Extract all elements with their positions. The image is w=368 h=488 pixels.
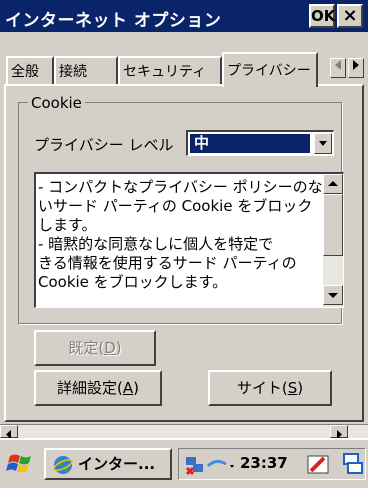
arrow-right-icon: [353, 60, 359, 70]
cookie-group-legend: Cookie: [28, 94, 85, 112]
sync-status-icon[interactable]: [206, 456, 236, 474]
description-scrollbar[interactable]: [323, 174, 343, 307]
description-line: いサード パーティの Cookie をブロック: [38, 197, 313, 215]
scroll-right-button[interactable]: [330, 425, 348, 439]
input-panel-icon[interactable]: [306, 452, 330, 476]
network-status-icon-graphic: [185, 457, 203, 476]
description-line: Cookie をブロックします。: [38, 273, 228, 291]
default-button-label: 既定: [68, 339, 99, 357]
tab-strip: 全般 接続 セキュリティ プライバシー: [0, 52, 368, 87]
taskbar-item-internet[interactable]: インター...: [44, 448, 172, 480]
sites-button[interactable]: サイト(S): [208, 370, 332, 406]
arrow-left-icon: [335, 60, 341, 70]
privacy-level-value: 中: [190, 134, 310, 153]
horizontal-scrollbar[interactable]: [0, 424, 368, 439]
windows-flag-icon: [6, 454, 31, 473]
tab-connection[interactable]: 接続: [54, 56, 118, 85]
sites-button-label: サイト: [236, 379, 282, 397]
privacy-level-select[interactable]: 中: [186, 130, 334, 156]
taskbar-item-label: インター...: [78, 455, 156, 473]
desktop-switch-icon[interactable]: [340, 452, 364, 476]
advanced-button[interactable]: 詳細設定(A): [34, 370, 162, 406]
privacy-description-box[interactable]: - コンパクトなプライバシー ポリシーのな いサード パーティの Cookie …: [34, 172, 344, 308]
description-line: します。: [38, 216, 97, 234]
description-line: きる情報を使用するサード パーティの: [38, 254, 297, 272]
privacy-description: - コンパクトなプライバシー ポリシーのな いサード パーティの Cookie …: [38, 178, 323, 292]
internet-globe-icon: [53, 456, 73, 474]
tab-general[interactable]: 全般: [6, 56, 54, 85]
tab-scroll-right-button[interactable]: [348, 58, 364, 78]
scroll-up-button[interactable]: [323, 174, 343, 194]
description-line: - 暗黙的な同意なしに個人を特定で: [38, 235, 274, 253]
sites-button-key: S: [287, 379, 298, 397]
clock[interactable]: 23:37: [240, 454, 288, 472]
network-status-icon[interactable]: [184, 454, 206, 476]
privacy-level-label: プライバシー レベル: [34, 136, 174, 154]
chevron-down-icon: [319, 141, 327, 146]
advanced-button-label: 詳細設定: [57, 379, 118, 397]
taskbar: インター... 23:37: [0, 438, 368, 488]
tab-scroll-left-button[interactable]: [330, 58, 346, 78]
scroll-down-button[interactable]: [323, 285, 343, 305]
tab-security[interactable]: セキュリティ: [118, 56, 222, 85]
close-button[interactable]: ×: [337, 4, 363, 28]
title-bar: インターネット オプション OK ×: [0, 0, 368, 32]
windows-switch-icon: [343, 453, 363, 474]
scroll-thumb[interactable]: [323, 194, 343, 256]
description-line: - コンパクトなプライバシー ポリシーのな: [38, 178, 323, 196]
default-button-key: D: [104, 339, 116, 357]
arrow-down-icon: [328, 293, 338, 298]
advanced-button-key: A: [122, 379, 134, 397]
pen-input-icon: [307, 455, 329, 474]
scroll-left-button[interactable]: [0, 425, 18, 439]
arrow-up-icon: [328, 181, 338, 186]
ok-button[interactable]: OK: [309, 4, 335, 28]
tab-privacy[interactable]: プライバシー: [222, 52, 318, 87]
sync-arrow-icon: [206, 459, 234, 468]
default-button[interactable]: 既定(D): [34, 330, 156, 366]
dropdown-button[interactable]: [314, 133, 332, 154]
start-button[interactable]: [6, 450, 36, 478]
window-title: インターネット オプション: [5, 11, 222, 31]
